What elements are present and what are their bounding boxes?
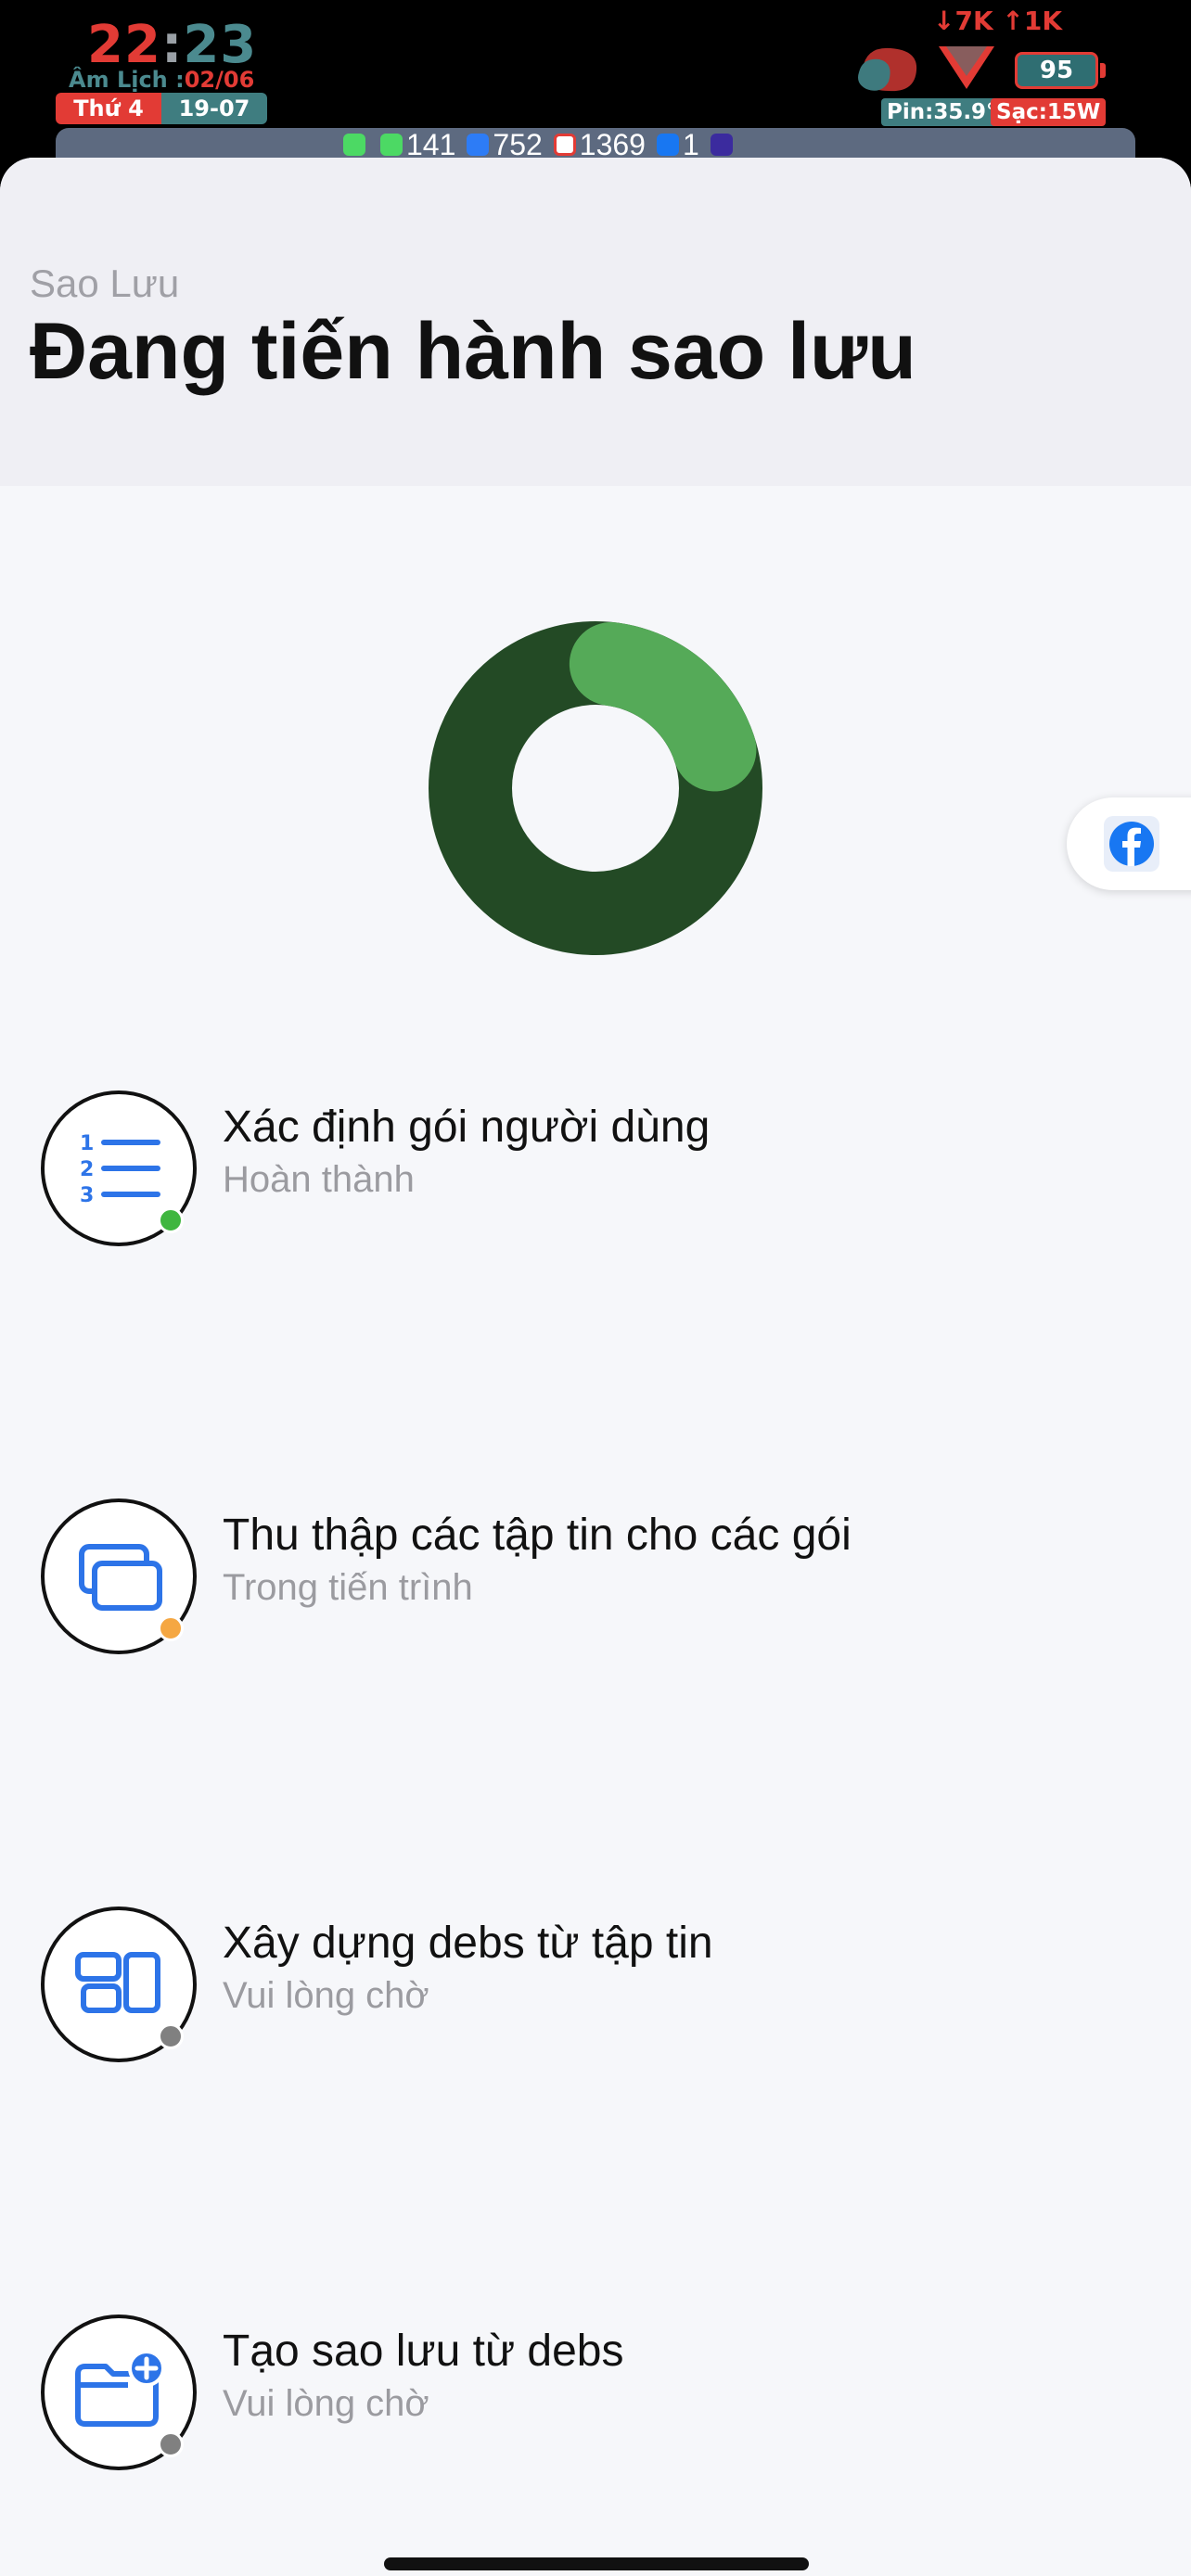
phone-notification <box>343 134 369 156</box>
step-status: Vui lòng chờ <box>223 1975 429 2016</box>
home-indicator[interactable] <box>384 2557 809 2570</box>
layout-blocks-icon <box>75 1952 160 2013</box>
folder-add-icon <box>75 2350 165 2427</box>
sheet-header: Sao Lưu Đang tiến hành sao lưu <box>0 158 1191 486</box>
step-title: Xây dựng debs từ tập tin <box>223 1919 713 1968</box>
svg-text:2: 2 <box>80 1158 94 1181</box>
step-status: Trong tiến trình <box>223 1567 473 1608</box>
step-create-backup: Tạo sao lưu từ debs Vui lòng chờ <box>41 2315 1154 2472</box>
status-dot-waiting <box>158 2023 184 2049</box>
lunar-label: Âm Lịch : <box>69 67 185 93</box>
step-title: Thu thập các tập tin cho các gói <box>223 1511 852 1560</box>
step-title: Tạo sao lưu từ debs <box>223 2327 624 2376</box>
step-collect-files: Thu thập các tập tin cho các gói Trong t… <box>41 1498 1154 1656</box>
lunar-date: Âm Lịch :02/06 <box>69 67 254 93</box>
lunar-value: 02/06 <box>184 67 255 93</box>
gmail-icon <box>553 134 576 156</box>
app-notification <box>710 134 736 156</box>
facebook-notification: 1 <box>656 128 699 162</box>
gmail-notification: 1369 <box>553 128 646 162</box>
facebook-floating-tab[interactable] <box>1067 797 1191 890</box>
date-chip: Thứ 4 19-07 <box>56 93 267 124</box>
step-status: Vui lòng chờ <box>223 2383 429 2424</box>
app-icon <box>710 134 733 156</box>
facebook-icon[interactable] <box>1104 816 1159 872</box>
battery-icon: 95 <box>1015 52 1098 89</box>
phone-icon <box>343 134 365 156</box>
cellular-blob-icon <box>858 47 917 92</box>
svg-text:1: 1 <box>80 1132 94 1155</box>
zalo-notification: 752 <box>467 128 543 162</box>
battery-temp-label: Pin:35.9° <box>881 98 1003 126</box>
messages-notification: 141 <box>380 128 455 162</box>
step-title: Xác định gói người dùng <box>223 1103 711 1152</box>
status-dot-in-progress <box>158 1615 184 1641</box>
page-title: Đang tiến hành sao lưu <box>30 307 916 396</box>
step-build-debs: Xây dựng debs từ tập tin Vui lòng chờ <box>41 1906 1154 2064</box>
stacked-cards-icon <box>79 1544 162 1611</box>
date-label: 19-07 <box>161 93 267 124</box>
charging-label: Sạc:15W <box>991 98 1107 126</box>
facebook-icon <box>656 134 679 156</box>
svg-text:3: 3 <box>80 1184 94 1207</box>
messages-icon <box>380 134 403 156</box>
backup-sheet: Sao Lưu Đang tiến hành sao lưu 1 2 3 Xác… <box>0 158 1191 2576</box>
status-dot-waiting <box>158 2431 184 2457</box>
network-speed: ↓7K ↑1K <box>933 6 1063 36</box>
step-identify-packages: 1 2 3 Xác định gói người dùng Hoàn thành <box>41 1090 1154 1248</box>
progress-ring <box>429 621 762 955</box>
step-status: Hoàn thành <box>223 1159 415 1200</box>
back-label[interactable]: Sao Lưu <box>30 261 179 306</box>
battery-nub <box>1100 63 1106 78</box>
zalo-icon <box>467 134 490 156</box>
wifi-icon <box>939 46 994 89</box>
weekday-label: Thứ 4 <box>56 93 161 124</box>
numbered-list-icon: 1 2 3 <box>80 1132 160 1207</box>
status-dot-complete <box>158 1207 184 1233</box>
